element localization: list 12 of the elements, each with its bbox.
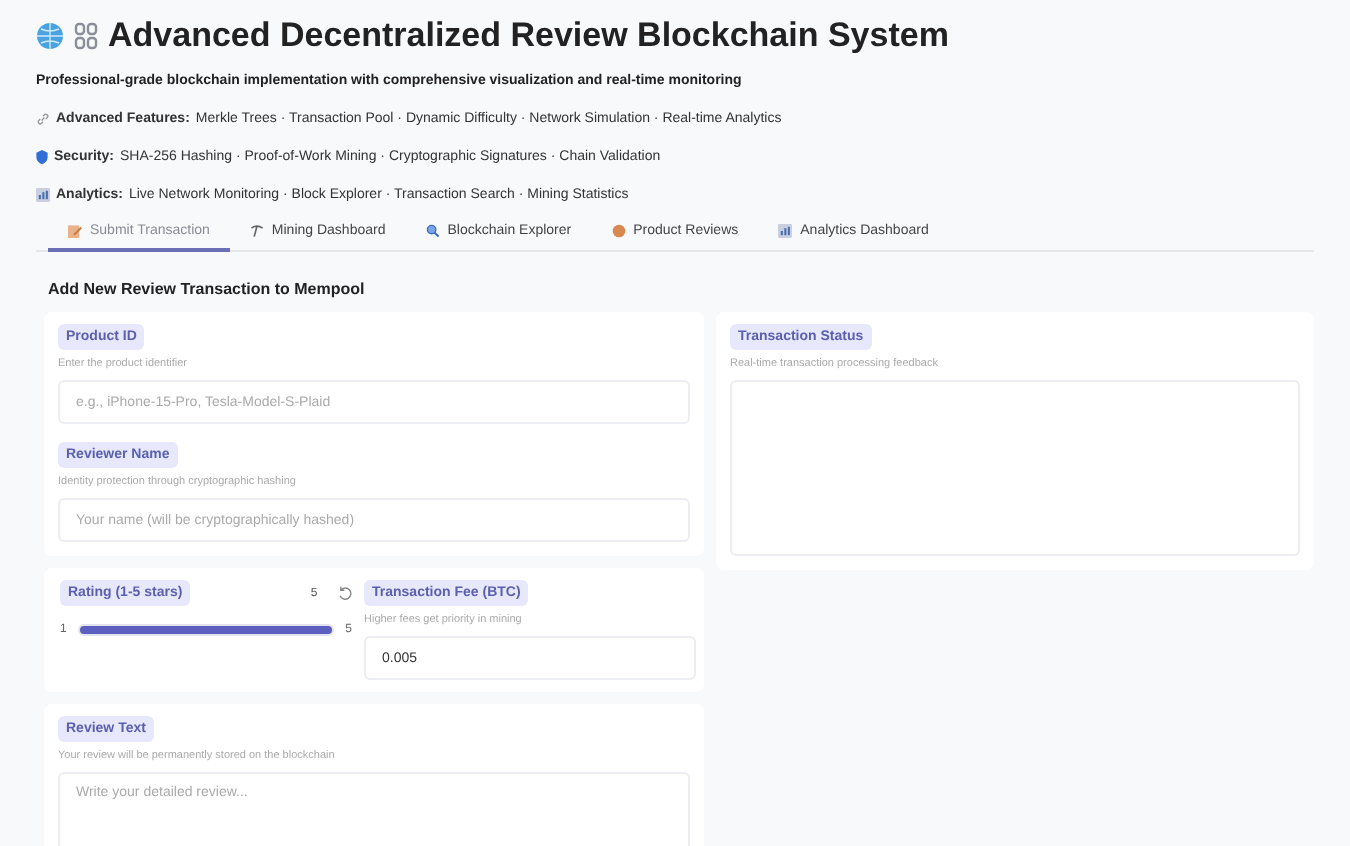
page-title: Advanced Decentralized Review Blockchain System <box>108 16 949 56</box>
reset-button[interactable] <box>338 586 352 600</box>
section-title: Add New Review Transaction to Mempool <box>48 280 367 298</box>
search-icon <box>425 224 440 238</box>
reset-icon <box>338 586 352 600</box>
pickaxe-icon <box>249 224 264 238</box>
pencil-icon <box>68 224 82 238</box>
chart-icon <box>36 188 50 202</box>
shield-icon <box>36 150 48 164</box>
link-icon <box>36 112 50 126</box>
globe-icon <box>36 22 64 50</box>
chart-icon <box>778 224 793 238</box>
